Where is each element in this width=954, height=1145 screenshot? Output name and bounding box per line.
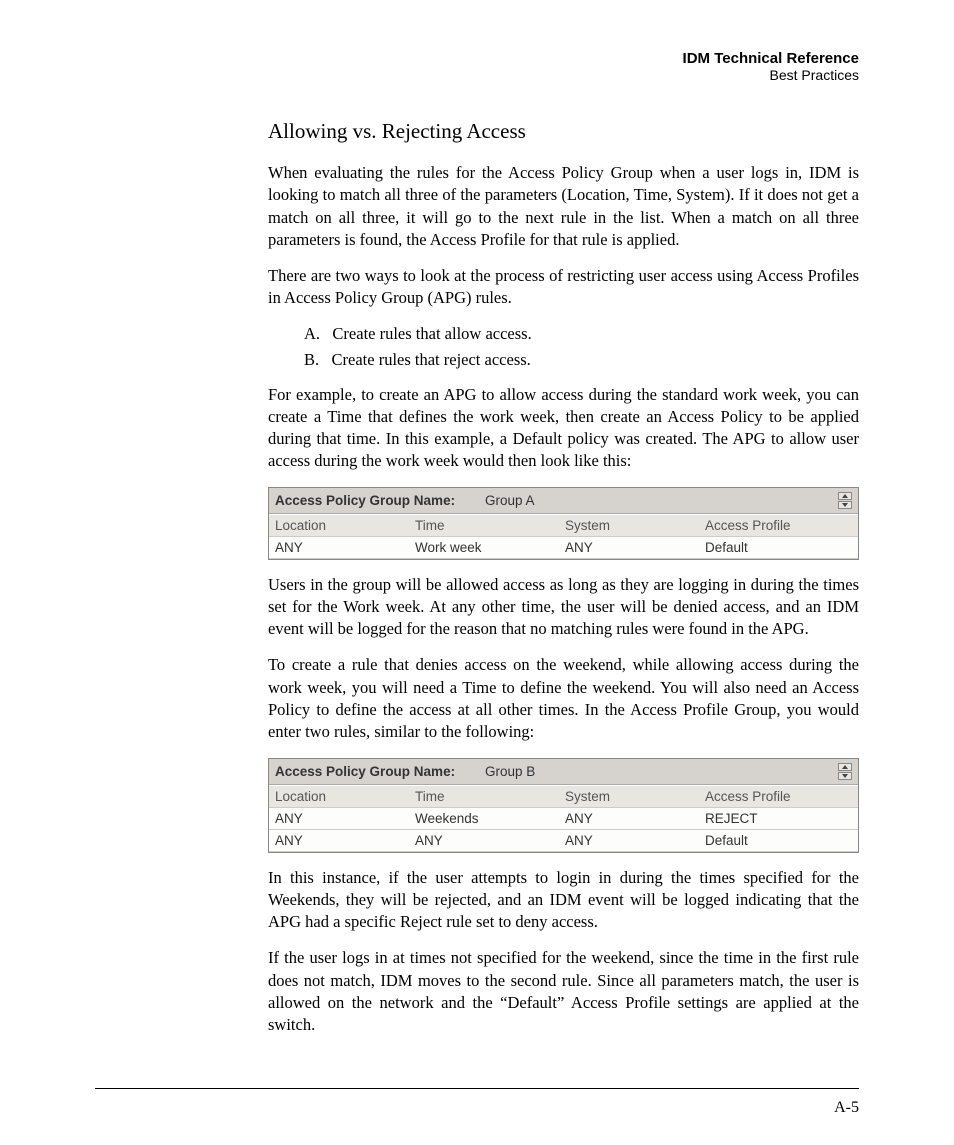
apg-name-label: Access Policy Group Name:	[275, 493, 485, 508]
apg-title-row: Access Policy Group Name: Group A	[269, 488, 858, 514]
table-row: ANY Work week ANY Default	[269, 537, 858, 559]
body-paragraph: There are two ways to look at the proces…	[268, 265, 859, 310]
cell-system: ANY	[565, 811, 705, 826]
section-title: Allowing vs. Rejecting Access	[268, 119, 859, 144]
col-header-profile: Access Profile	[705, 518, 852, 533]
body-paragraph: To create a rule that denies access on t…	[268, 654, 859, 743]
cell-location: ANY	[275, 540, 415, 555]
page-header: IDM Technical Reference Best Practices	[268, 50, 859, 83]
list-item: A. Create rules that allow access.	[304, 324, 859, 344]
body-paragraph: For example, to create an APG to allow a…	[268, 384, 859, 473]
cell-system: ANY	[565, 540, 705, 555]
cell-profile: REJECT	[705, 811, 852, 826]
col-header-location: Location	[275, 789, 415, 804]
list-marker: A.	[304, 324, 320, 343]
page-number: A-5	[834, 1099, 859, 1117]
body-paragraph: Users in the group will be allowed acces…	[268, 574, 859, 641]
apg-name-label: Access Policy Group Name:	[275, 764, 485, 779]
table-header-row: Location Time System Access Profile	[269, 785, 858, 808]
table-row: ANY Weekends ANY REJECT	[269, 808, 858, 830]
cell-system: ANY	[565, 833, 705, 848]
arrow-up-icon[interactable]	[838, 492, 852, 500]
apg-table-group-b: Access Policy Group Name: Group B Locati…	[268, 758, 859, 853]
cell-time: Work week	[415, 540, 565, 555]
cell-time: Weekends	[415, 811, 565, 826]
header-title: IDM Technical Reference	[268, 50, 859, 67]
reorder-buttons	[838, 763, 852, 780]
footer-rule	[95, 1088, 859, 1089]
list-item: B. Create rules that reject access.	[304, 350, 859, 370]
arrow-down-icon[interactable]	[838, 501, 852, 509]
body-paragraph: In this instance, if the user attempts t…	[268, 867, 859, 934]
col-header-time: Time	[415, 518, 565, 533]
header-section: Best Practices	[268, 67, 859, 83]
list-text: Create rules that allow access.	[332, 324, 531, 343]
apg-name-value: Group B	[485, 764, 838, 779]
col-header-profile: Access Profile	[705, 789, 852, 804]
cell-location: ANY	[275, 833, 415, 848]
col-header-location: Location	[275, 518, 415, 533]
list-text: Create rules that reject access.	[332, 350, 531, 369]
col-header-system: System	[565, 518, 705, 533]
apg-title-row: Access Policy Group Name: Group B	[269, 759, 858, 785]
arrow-up-icon[interactable]	[838, 763, 852, 771]
reorder-buttons	[838, 492, 852, 509]
col-header-time: Time	[415, 789, 565, 804]
arrow-down-icon[interactable]	[838, 772, 852, 780]
table-header-row: Location Time System Access Profile	[269, 514, 858, 537]
body-paragraph: If the user logs in at times not specifi…	[268, 947, 859, 1036]
body-paragraph: When evaluating the rules for the Access…	[268, 162, 859, 251]
table-row: ANY ANY ANY Default	[269, 830, 858, 852]
col-header-system: System	[565, 789, 705, 804]
apg-table-group-a: Access Policy Group Name: Group A Locati…	[268, 487, 859, 560]
cell-profile: Default	[705, 540, 852, 555]
apg-name-value: Group A	[485, 493, 838, 508]
cell-time: ANY	[415, 833, 565, 848]
cell-location: ANY	[275, 811, 415, 826]
list-marker: B.	[304, 350, 319, 369]
ordered-list: A. Create rules that allow access. B. Cr…	[304, 324, 859, 370]
cell-profile: Default	[705, 833, 852, 848]
